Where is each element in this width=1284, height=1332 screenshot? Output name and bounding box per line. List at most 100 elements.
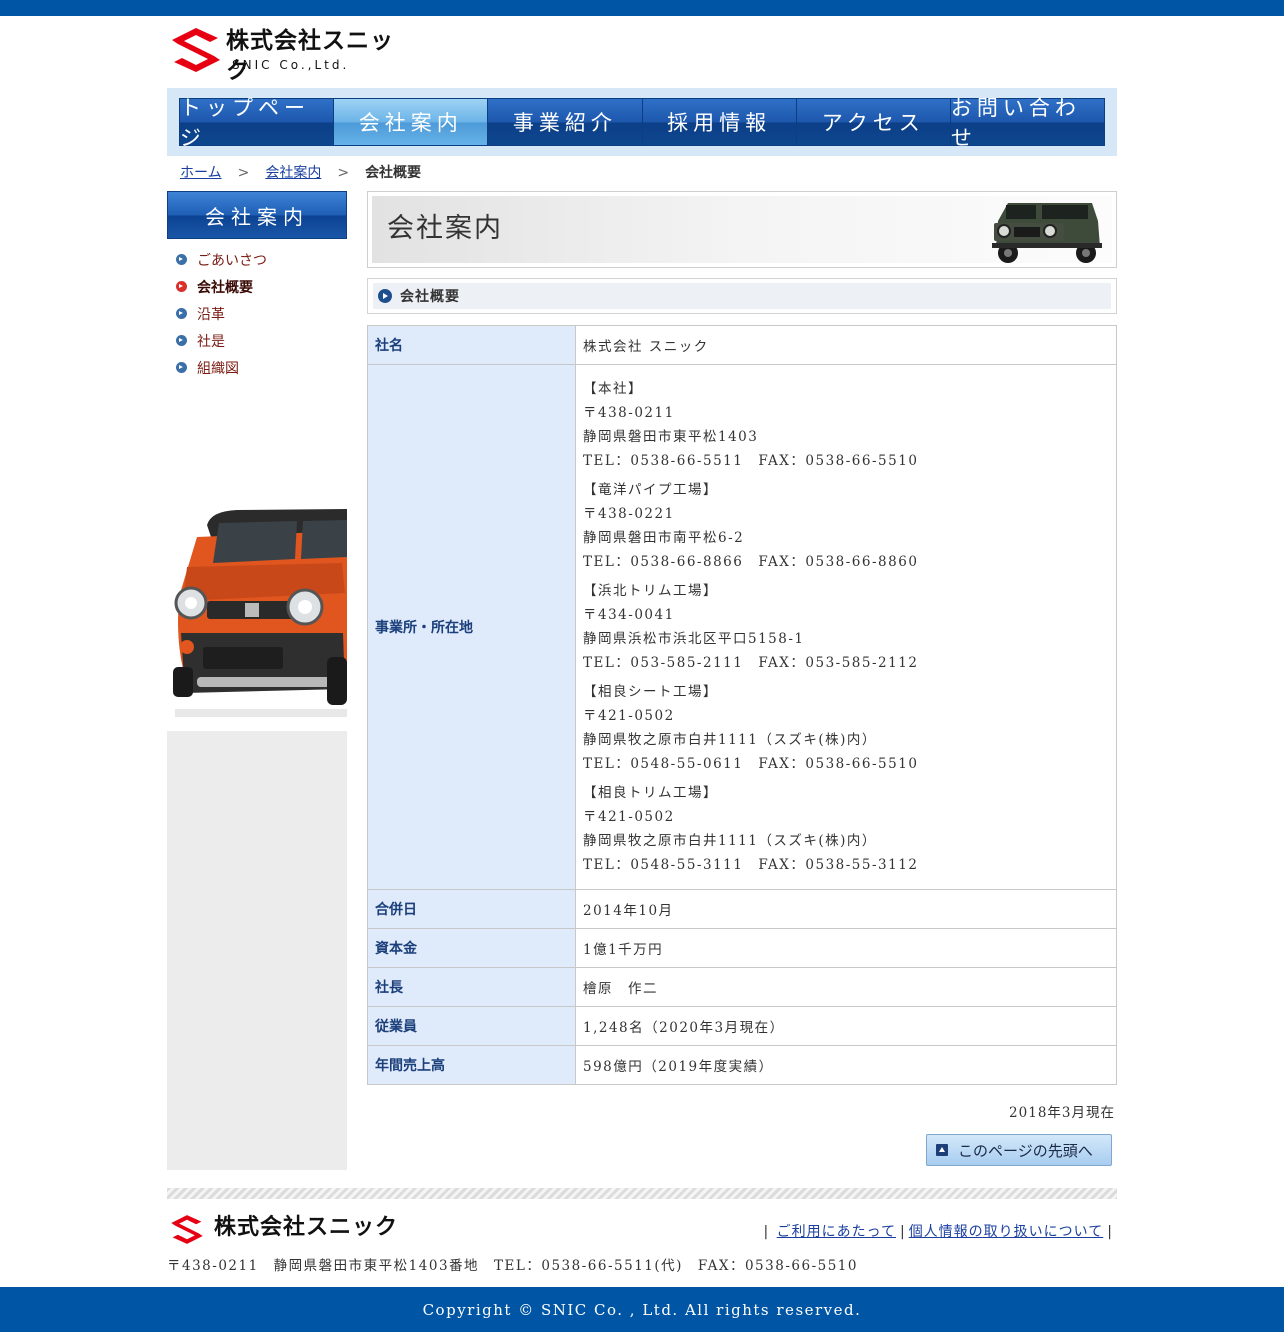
sidebar-car-image [167, 497, 347, 731]
office-name: 【相良トリム工場】 [583, 785, 718, 801]
company-name-jp: 株式会社スニック [226, 28, 394, 84]
table-row: 事業所・所在地 【本社】 〒438-0211 静岡県磐田市東平松1403 TEL… [367, 364, 1117, 890]
footer-logo[interactable]: 株式会社スニック [170, 1213, 410, 1247]
row-value: 株式会社 スニック [575, 325, 1117, 365]
table-row: 従業員 1,248名（2020年3月現在） [367, 1006, 1117, 1046]
table-row: 社長 檜原 作二 [367, 967, 1117, 1007]
nav-item-company[interactable]: 会社案内 [334, 98, 489, 146]
row-label: 社長 [367, 967, 576, 1007]
page-title-banner-inner: 会社案内 [372, 196, 1112, 263]
top-brand-bar [0, 0, 1284, 16]
page-title-banner: 会社案内 [367, 191, 1117, 268]
sidebar-item-greeting[interactable]: ごあいさつ [176, 246, 267, 273]
sidebar-item-overview[interactable]: 会社概要 [176, 273, 267, 300]
office-zip: 〒421-0502 [583, 809, 675, 825]
office-zip: 〒438-0211 [583, 405, 675, 421]
arrow-up-icon [936, 1144, 948, 1156]
row-value: 1億1千万円 [575, 928, 1117, 968]
office-name: 【竜洋パイプ工場】 [583, 482, 718, 498]
office-contact: TEL：0548-55-0611 FAX：0538-66-5510 [583, 756, 919, 772]
office-name: 【相良シート工場】 [583, 684, 718, 700]
arrow-circle-icon [176, 281, 187, 292]
locations-cell: 【本社】 〒438-0211 静岡県磐田市東平松1403 TEL：0538-66… [575, 364, 1117, 890]
row-value: 檜原 作二 [575, 967, 1117, 1007]
nav-item-access[interactable]: アクセス [796, 98, 951, 146]
row-label: 社名 [367, 325, 576, 365]
office-block: 【相良トリム工場】 〒421-0502 静岡県牧之原市白井1111（スズキ(株)… [583, 781, 1116, 877]
office-address: 静岡県浜松市浜北区平口5158-1 [583, 631, 805, 647]
arrow-circle-icon [176, 254, 187, 265]
sidebar-item-org-chart[interactable]: 組織図 [176, 354, 267, 381]
table-row: 資本金 1億1千万円 [367, 928, 1117, 968]
office-contact: TEL：0548-55-3111 FAX：0538-55-3112 [583, 857, 919, 873]
sidebar-item-history[interactable]: 沿革 [176, 300, 267, 327]
row-label: 事業所・所在地 [367, 364, 576, 890]
office-block: 【浜北トリム工場】 〒434-0041 静岡県浜松市浜北区平口5158-1 TE… [583, 579, 1116, 675]
nav-item-contact[interactable]: お問い合わせ [950, 96, 1106, 150]
table-row: 年間売上高 598億円（2019年度実績） [367, 1045, 1117, 1085]
office-block: 【相良シート工場】 〒421-0502 静岡県牧之原市白井1111（スズキ(株)… [583, 680, 1116, 776]
breadcrumb-current: 会社概要 [365, 165, 422, 181]
sidebar-menu: ごあいさつ 会社概要 沿革 社是 組織図 [176, 246, 267, 381]
footer-links: | ご利用にあたって | 個人情報の取り扱いについて | [763, 1224, 1112, 1240]
arrow-circle-icon [378, 289, 392, 303]
office-name: 【浜北トリム工場】 [583, 583, 718, 599]
nav-item-top[interactable]: トップページ [179, 96, 335, 150]
footer-company-name: 株式会社スニック [214, 1215, 399, 1240]
footer-link-privacy[interactable]: 個人情報の取り扱いについて [909, 1224, 1104, 1240]
company-name-en: SNIC Co.,Ltd. [232, 58, 350, 72]
row-label: 資本金 [367, 928, 576, 968]
table-row: 合併日 2014年10月 [367, 889, 1117, 929]
section-heading: 会社概要 [367, 278, 1117, 314]
sidebar-item-label: 組織図 [197, 360, 239, 377]
sidebar-item-label: 沿革 [197, 306, 225, 323]
office-contact: TEL：0538-66-5511 FAX：0538-66-5510 [583, 453, 919, 469]
office-zip: 〒438-0221 [583, 506, 675, 522]
nav-item-recruit[interactable]: 採用情報 [642, 98, 797, 146]
suzuki-s-logo-icon [171, 1215, 203, 1244]
page-top-button[interactable]: このページの先頭へ [926, 1134, 1112, 1166]
sidebar-item-label: 会社概要 [197, 279, 253, 296]
page-top-label: このページの先頭へ [958, 1141, 1093, 1160]
suzuki-s-logo-icon [172, 28, 220, 72]
global-nav-container: トップページ 会社案内 事業紹介 採用情報 アクセス お問い合わせ [167, 88, 1117, 156]
as-of-note: 2018年3月現在 [1009, 1105, 1115, 1121]
office-address: 静岡県牧之原市白井1111（スズキ(株)内） [583, 732, 877, 748]
arrow-circle-icon [176, 308, 187, 319]
company-info-table: 社名 株式会社 スニック 事業所・所在地 【本社】 〒438-0211 静岡県磐… [367, 325, 1117, 1085]
global-nav: トップページ 会社案内 事業紹介 採用情報 アクセス お問い合わせ [179, 96, 1106, 150]
title-car-image [992, 203, 1102, 263]
breadcrumb-separator: > [237, 165, 250, 181]
sidebar-item-label: 社是 [197, 333, 225, 350]
row-label: 合併日 [367, 889, 576, 929]
footer-divider [167, 1188, 1117, 1199]
section-heading-inner: 会社概要 [373, 283, 1111, 309]
page-title: 会社案内 [387, 213, 503, 244]
office-block: 【竜洋パイプ工場】 〒438-0221 静岡県磐田市南平松6-2 TEL：053… [583, 478, 1116, 574]
arrow-circle-icon [176, 335, 187, 346]
row-label: 従業員 [367, 1006, 576, 1046]
office-address: 静岡県磐田市南平松6-2 [583, 530, 745, 546]
sidebar-item-motto[interactable]: 社是 [176, 327, 267, 354]
office-zip: 〒421-0502 [583, 708, 675, 724]
breadcrumb-section-link[interactable]: 会社案内 [265, 165, 321, 181]
footer-link-terms[interactable]: ご利用にあたって [777, 1224, 896, 1240]
office-contact: TEL：0538-66-8866 FAX：0538-66-8860 [583, 554, 919, 570]
section-heading-text: 会社概要 [400, 289, 460, 305]
nav-item-business[interactable]: 事業紹介 [488, 98, 643, 146]
sidebar-item-label: ごあいさつ [197, 252, 267, 269]
row-value: 598億円（2019年度実績） [575, 1045, 1117, 1085]
breadcrumb-home-link[interactable]: ホーム [180, 165, 222, 181]
row-label: 年間売上高 [367, 1045, 576, 1085]
company-logo[interactable]: 株式会社スニック SNIC Co.,Ltd. [170, 26, 410, 84]
sidebar-title: 会社案内 [167, 191, 347, 239]
office-address: 静岡県磐田市東平松1403 [583, 429, 759, 445]
row-value: 2014年10月 [575, 889, 1117, 929]
copyright-bar: Copyright © SNIC Co. , Ltd. All rights r… [0, 1287, 1284, 1332]
office-zip: 〒434-0041 [583, 607, 675, 623]
arrow-circle-icon [176, 362, 187, 373]
breadcrumb: ホーム > 会社案内 > 会社概要 [180, 163, 421, 183]
office-name: 【本社】 [583, 381, 643, 397]
sidebar-filler [167, 731, 347, 1170]
copyright-text: Copyright © SNIC Co. , Ltd. All rights r… [422, 1300, 862, 1319]
